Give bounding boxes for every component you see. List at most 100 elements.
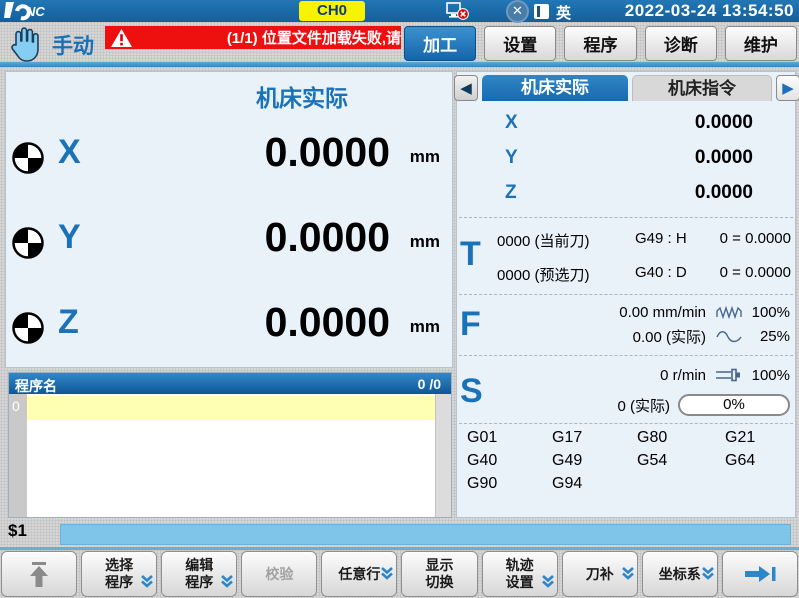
coord-name: Z bbox=[505, 182, 517, 204]
coord-row-x: X 0.0000 bbox=[457, 112, 795, 140]
program-list-header: 程序名 0 /0 bbox=[9, 373, 451, 394]
program-list-box: 程序名 0 /0 0 bbox=[8, 372, 452, 518]
coordinate-tab-bar: ◀ 机床实际 机床指令 ▶ bbox=[454, 75, 799, 102]
alarm-message-bar[interactable]: (1/1) 位置文件加载失败,请 bbox=[105, 26, 401, 49]
spindle-row-actual: 0 (实际) 0% bbox=[617, 394, 790, 416]
gcode: G21 bbox=[725, 429, 791, 447]
manual-mode-hand-icon bbox=[7, 25, 43, 63]
keyboard-icon[interactable] bbox=[534, 4, 549, 19]
machine-status-panel: ◀ 机床实际 机床指令 ▶ X 0.0000 Y 0.0000 Z 0.0000… bbox=[456, 71, 796, 518]
feed-section-label: F bbox=[460, 305, 481, 344]
select-program-button[interactable]: 选择 程序 bbox=[81, 551, 157, 597]
program-list-scrollbar[interactable] bbox=[435, 394, 451, 517]
divider bbox=[459, 423, 793, 424]
rapid-override-percent: 25% bbox=[744, 328, 790, 345]
arbitrary-line-button[interactable]: 任意行 bbox=[321, 551, 397, 597]
machine-zero-icon bbox=[12, 312, 44, 344]
coord-row-y: Y 0.0000 bbox=[457, 147, 795, 175]
gcode: G90 bbox=[467, 475, 552, 493]
tab-maintenance[interactable]: 维护 bbox=[725, 26, 797, 61]
return-up-button[interactable] bbox=[1, 551, 77, 597]
coordinate-system-button[interactable]: 坐标系 bbox=[642, 551, 718, 597]
feed-value: 0.00 mm/min bbox=[619, 304, 706, 321]
channel-indicator: $1 bbox=[8, 521, 27, 541]
tool-number: 0000 (当前刀) bbox=[497, 230, 590, 251]
tab-program[interactable]: 程序 bbox=[564, 26, 636, 61]
display-switch-button[interactable]: 显示 切换 bbox=[401, 551, 477, 597]
feed-row-actual: 0.00 (实际) 25% bbox=[633, 325, 790, 347]
coord-name: Y bbox=[505, 147, 518, 169]
feed-row-programmed: 0.00 mm/min 100% bbox=[619, 301, 790, 323]
tool-row-preselect: 0000 (预选刀) G40 : D 0 = 0.0000 bbox=[457, 264, 795, 286]
spindle-icon bbox=[714, 368, 744, 382]
gcode: G94 bbox=[552, 475, 637, 493]
divider bbox=[0, 62, 799, 67]
coord-row-z: Z 0.0000 bbox=[457, 182, 795, 210]
zigzag-wave-icon bbox=[714, 306, 744, 319]
divider bbox=[459, 355, 793, 356]
axis-name: Y bbox=[58, 218, 81, 257]
spindle-actual-value: 0 (实际) bbox=[617, 395, 670, 416]
chevron-down-icon bbox=[701, 566, 715, 581]
axis-value: 0.0000 bbox=[265, 214, 390, 261]
spindle-row-programmed: 0 r/min 100% bbox=[660, 364, 790, 386]
divider bbox=[459, 294, 793, 295]
coord-value: 0.0000 bbox=[695, 182, 753, 204]
gcode: G49 bbox=[552, 452, 637, 470]
channel-badge[interactable]: CH0 bbox=[299, 1, 365, 21]
alarm-message-text: (1/1) 位置文件加载失败,请 bbox=[133, 27, 401, 48]
tool-comp-button[interactable]: 刀补 bbox=[562, 551, 638, 597]
tab-scroll-right-button[interactable]: ▶ bbox=[776, 75, 799, 101]
chevron-down-icon bbox=[541, 574, 555, 589]
chevron-down-icon bbox=[140, 574, 154, 589]
axis-row-x: X 0.0000 mm bbox=[6, 127, 452, 189]
coord-value: 0.0000 bbox=[695, 147, 753, 169]
title-bar: NC CH0 ✕ 英 2022-03-24 13:54:50 bbox=[0, 0, 799, 22]
tab-scroll-left-button[interactable]: ◀ bbox=[454, 75, 478, 101]
axis-value: 0.0000 bbox=[265, 299, 390, 346]
feed-override-percent: 100% bbox=[744, 304, 790, 321]
edit-program-button[interactable]: 编辑 程序 bbox=[161, 551, 237, 597]
tool-row-current: 0000 (当前刀) G49 : H 0 = 0.0000 bbox=[457, 230, 795, 252]
tool-length-comp: G49 : H bbox=[635, 230, 687, 247]
datetime-clock: 2022-03-24 13:54:50 bbox=[625, 1, 794, 21]
gcode: G01 bbox=[467, 429, 552, 447]
spindle-override-percent: 100% bbox=[744, 367, 790, 384]
machine-zero-icon bbox=[12, 142, 44, 174]
language-indicator[interactable]: 英 bbox=[556, 2, 571, 23]
gcode: G80 bbox=[637, 429, 725, 447]
position-display-panel: 机床实际 X 0.0000 mm Y 0.0000 mm bbox=[5, 71, 453, 368]
axis-row-z: Z 0.0000 mm bbox=[6, 297, 452, 359]
trajectory-settings-button[interactable]: 轨迹 设置 bbox=[482, 551, 558, 597]
tab-machine-actual[interactable]: 机床实际 bbox=[482, 75, 628, 101]
axis-name: X bbox=[58, 133, 81, 172]
axis-unit: mm bbox=[410, 317, 440, 337]
mdi-input-bar[interactable] bbox=[60, 524, 791, 545]
mode-label: 手动 bbox=[52, 30, 94, 60]
spindle-load-meter: 0% bbox=[678, 394, 790, 416]
close-icon[interactable]: ✕ bbox=[508, 2, 527, 21]
main-tab-bar: 加工 设置 程序 诊断 维护 bbox=[404, 26, 797, 61]
program-list-count: 0 /0 bbox=[418, 376, 441, 392]
mode-bar: 手动 (1/1) 位置文件加载失败,请 加工 设置 程序 诊断 维护 bbox=[0, 22, 799, 62]
warning-icon bbox=[110, 28, 133, 48]
program-list-title: 程序名 bbox=[15, 376, 57, 396]
tool-radius-comp: G40 : D bbox=[635, 264, 687, 281]
selected-program-row[interactable] bbox=[27, 396, 437, 420]
chevron-down-icon bbox=[621, 566, 635, 581]
next-menu-button[interactable] bbox=[722, 551, 798, 597]
tab-diagnosis[interactable]: 诊断 bbox=[645, 26, 717, 61]
up-arrow-icon bbox=[24, 559, 54, 589]
coord-value: 0.0000 bbox=[695, 112, 753, 134]
svg-text:NC: NC bbox=[26, 4, 45, 19]
divider bbox=[459, 217, 793, 218]
axis-unit: mm bbox=[410, 232, 440, 252]
feed-actual-value: 0.00 (实际) bbox=[633, 326, 706, 347]
network-disconnected-icon[interactable] bbox=[446, 2, 472, 20]
gcode: G64 bbox=[725, 452, 791, 470]
modal-gcode-grid: G01 G17 G80 G21 G40 G49 G54 G64 G90 G94 bbox=[467, 429, 791, 493]
tab-setup[interactable]: 设置 bbox=[484, 26, 556, 61]
tab-machine-command[interactable]: 机床指令 bbox=[632, 75, 772, 101]
tab-machining[interactable]: 加工 bbox=[404, 26, 476, 61]
spindle-speed-value: 0 r/min bbox=[660, 367, 706, 384]
